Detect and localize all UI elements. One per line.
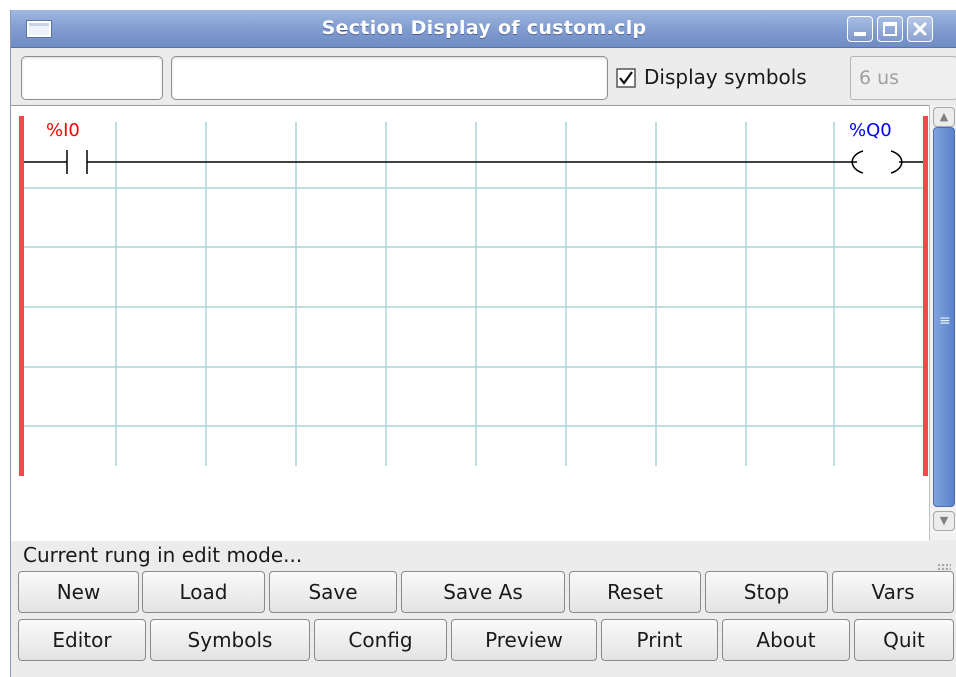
scroll-down-button[interactable]: ▼ (933, 511, 955, 531)
editor-button[interactable]: Editor (18, 619, 146, 661)
stop-button[interactable]: Stop (705, 571, 828, 613)
symbols-button[interactable]: Symbols (150, 619, 310, 661)
display-symbols-label[interactable]: Display symbols (644, 65, 807, 89)
vertical-scrollbar[interactable]: ▲ ≡ ▼ (929, 105, 956, 540)
quit-button[interactable]: Quit (854, 619, 954, 661)
display-symbols-checkbox[interactable] (616, 68, 636, 88)
scrollbar-thumb[interactable]: ≡ (933, 127, 955, 507)
right-power-rail (923, 116, 928, 476)
status-message: Current rung in edit mode... (23, 543, 303, 567)
title-bar[interactable]: Section Display of custom.clp (11, 10, 956, 48)
about-button[interactable]: About (722, 619, 850, 661)
vars-button[interactable]: Vars (832, 571, 954, 613)
config-button[interactable]: Config (314, 619, 447, 661)
ladder-rung-drawing[interactable]: %I0 %Q0 (11, 106, 929, 541)
rung-number-field[interactable] (21, 56, 163, 100)
load-button[interactable]: Load (142, 571, 265, 613)
scan-time-display: 6 us (850, 56, 956, 100)
print-button[interactable]: Print (601, 619, 718, 661)
save-as-button[interactable]: Save As (401, 571, 565, 613)
close-icon (913, 22, 927, 36)
ladder-grid (23, 122, 923, 466)
contact-label: %I0 (46, 120, 80, 141)
ladder-diagram-canvas[interactable]: %I0 %Q0 (11, 105, 929, 541)
coil-element[interactable] (851, 150, 903, 174)
scroll-up-button[interactable]: ▲ (933, 107, 955, 127)
rung-comment-field[interactable] (171, 56, 608, 100)
maximize-button[interactable] (877, 16, 903, 42)
new-button[interactable]: New (18, 571, 139, 613)
contact-element[interactable] (66, 150, 88, 174)
window-title: Section Display of custom.clp (321, 17, 647, 39)
minimize-button[interactable] (847, 16, 873, 42)
reset-button[interactable]: Reset (569, 571, 701, 613)
grip-icon: ≡ (939, 313, 951, 329)
close-button[interactable] (907, 16, 933, 42)
coil-label: %Q0 (849, 120, 892, 141)
section-display-window: Section Display of custom.clp Display sy… (10, 10, 956, 677)
left-power-rail (19, 116, 24, 476)
maximize-icon (883, 22, 897, 36)
preview-button[interactable]: Preview (451, 619, 597, 661)
minimize-icon (854, 32, 866, 36)
save-button[interactable]: Save (269, 571, 397, 613)
